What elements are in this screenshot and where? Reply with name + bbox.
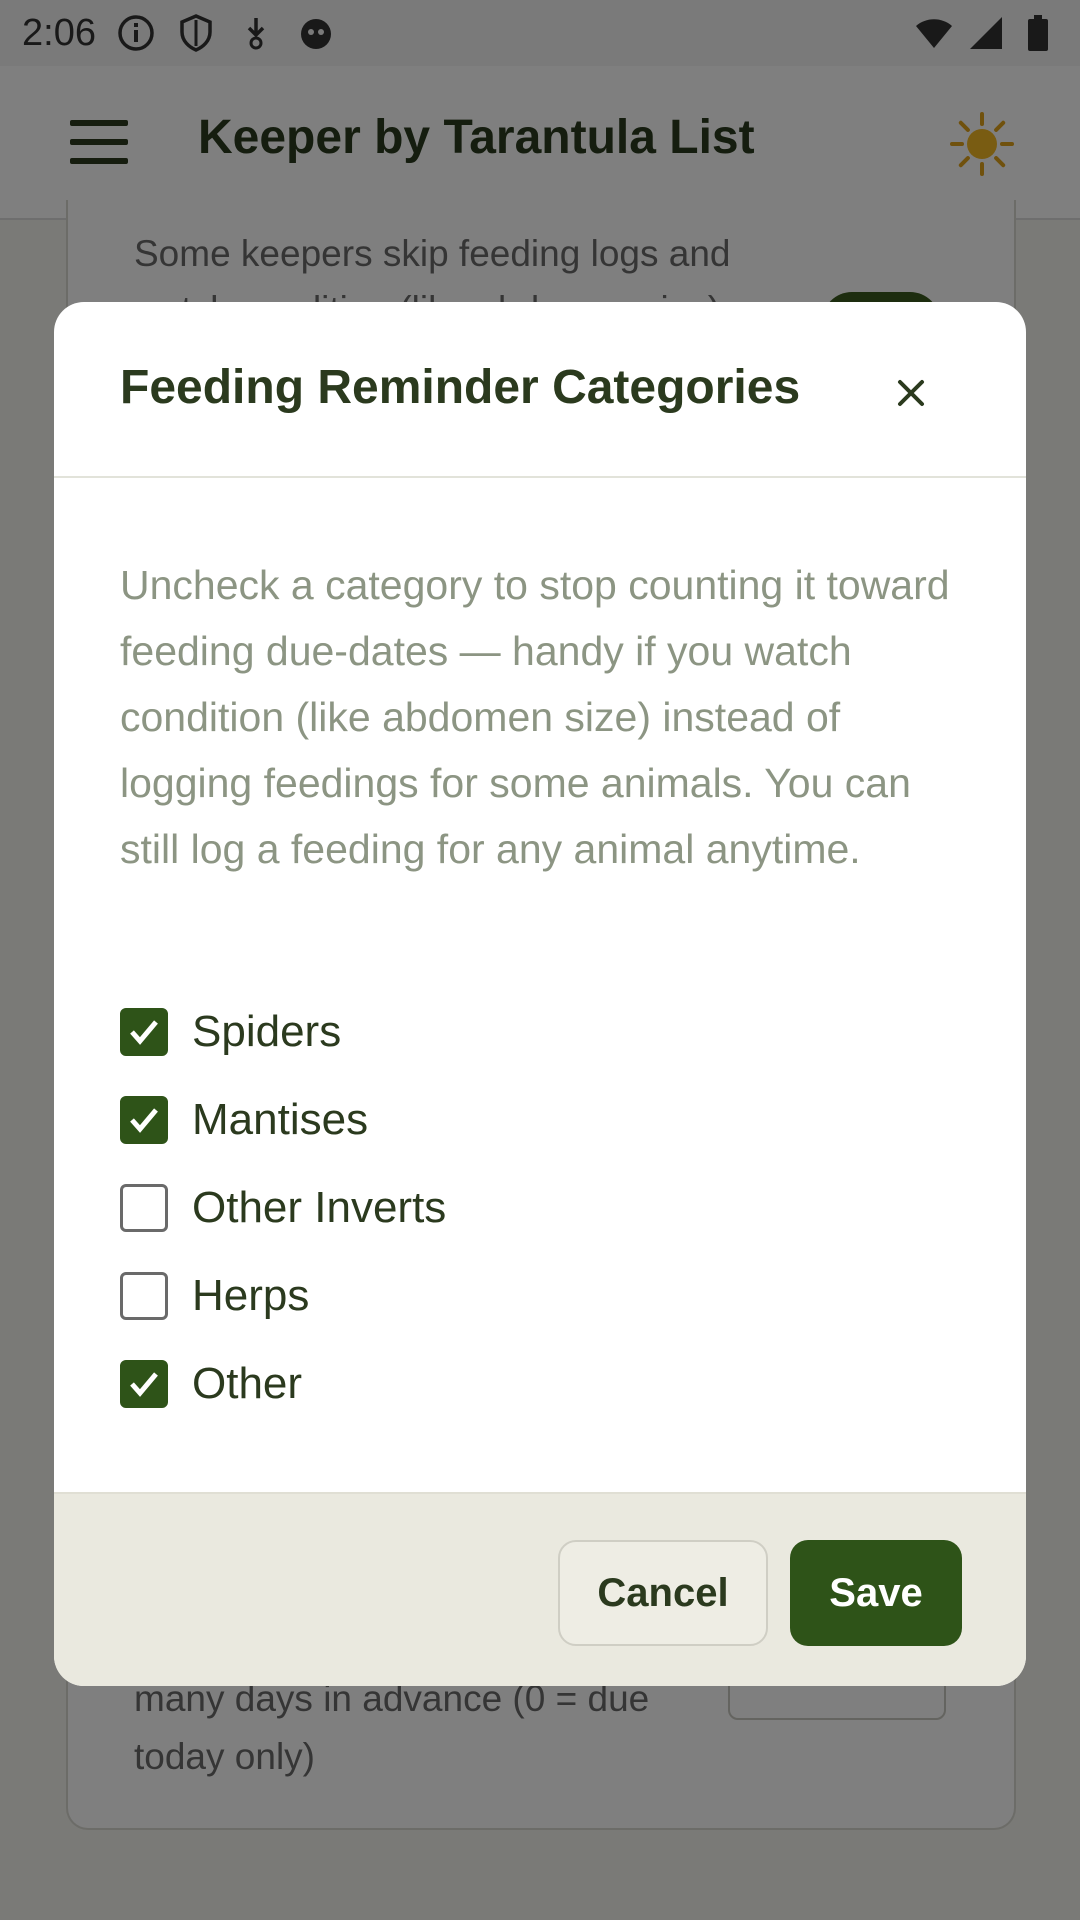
category-mantises[interactable]: Mantises: [120, 1076, 446, 1164]
checkbox-label: Other Inverts: [192, 1183, 447, 1232]
category-other-inverts[interactable]: Other Inverts: [120, 1164, 446, 1252]
category-spiders[interactable]: Spiders: [120, 988, 446, 1076]
category-checkbox-list: Spiders Mantises Other Inverts Herps Oth…: [120, 988, 446, 1428]
save-button[interactable]: Save: [790, 1540, 962, 1646]
feeding-categories-dialog: Feeding Reminder Categories Uncheck a ca…: [54, 302, 1026, 1686]
checkmark-icon: [130, 1372, 158, 1397]
checkbox-label: Herps: [192, 1271, 310, 1320]
checkbox[interactable]: [120, 1008, 168, 1056]
dialog-title: Feeding Reminder Categories: [120, 361, 801, 414]
checkbox-label: Spiders: [192, 1007, 342, 1056]
checkbox[interactable]: [120, 1184, 168, 1232]
checkbox[interactable]: [120, 1360, 168, 1408]
checkmark-icon: [130, 1020, 158, 1045]
dialog-footer: Cancel Save: [54, 1492, 1026, 1686]
dialog-description: Uncheck a category to stop counting it t…: [120, 562, 950, 872]
checkmark-icon: [130, 1108, 158, 1133]
checkbox-label: Mantises: [192, 1095, 369, 1144]
checkbox-label: Other: [192, 1359, 303, 1408]
cancel-button[interactable]: Cancel: [558, 1540, 768, 1646]
checkbox[interactable]: [120, 1272, 168, 1320]
dialog-body: Uncheck a category to stop counting it t…: [54, 478, 1026, 1492]
checkbox[interactable]: [120, 1096, 168, 1144]
close-button[interactable]: [884, 366, 938, 420]
category-other[interactable]: Other: [120, 1340, 446, 1428]
category-herps[interactable]: Herps: [120, 1252, 446, 1340]
close-icon: [898, 380, 924, 406]
dialog-header: Feeding Reminder Categories: [54, 302, 1026, 478]
